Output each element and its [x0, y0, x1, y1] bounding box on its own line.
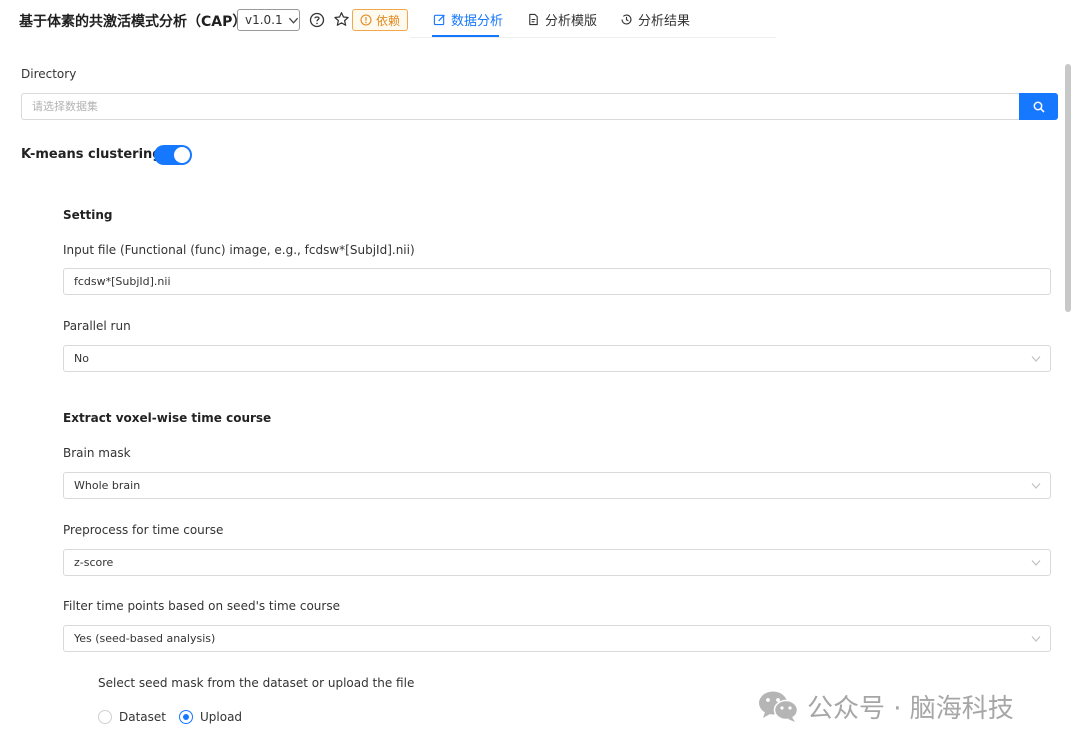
chevron-down-icon: [1031, 636, 1041, 642]
edit-icon: [433, 14, 445, 25]
info-icon: [360, 14, 372, 26]
parallel-run-label: Parallel run: [63, 319, 131, 333]
filter-value: Yes (seed-based analysis): [74, 632, 216, 645]
clock-history-icon: [621, 13, 632, 24]
dependency-badge[interactable]: 依赖: [352, 9, 408, 31]
tab-analysis-template[interactable]: 分析模版: [527, 8, 597, 30]
version-value: v1.0.1: [245, 13, 283, 27]
preprocess-label: Preprocess for time course: [63, 523, 224, 537]
vertical-scrollbar[interactable]: [1065, 64, 1071, 312]
brain-mask-label: Brain mask: [63, 446, 131, 460]
kmeans-label: K-means clustering: [21, 147, 162, 162]
preprocess-select[interactable]: z-score: [63, 549, 1051, 576]
seed-source-radio-group: Dataset Upload: [98, 708, 255, 726]
tab-label: 数据分析: [451, 13, 504, 29]
seed-mask-label: Select seed mask from the dataset or upl…: [98, 676, 415, 690]
version-select[interactable]: v1.0.1: [237, 9, 300, 31]
brain-mask-select[interactable]: Whole brain: [63, 472, 1051, 499]
radio-label: Dataset: [119, 710, 166, 724]
setting-title: Setting: [63, 208, 113, 222]
active-tab-indicator: [432, 35, 499, 37]
extract-title: Extract voxel-wise time course: [63, 411, 272, 425]
filter-label: Filter time points based on seed's time …: [63, 599, 340, 613]
watermark: 公众号 · 脑海科技: [757, 686, 1014, 726]
chevron-down-icon: [1031, 560, 1041, 566]
radio-upload[interactable]: Upload: [179, 710, 242, 724]
chevron-down-icon: [1031, 483, 1041, 489]
tab-data-analysis[interactable]: 数据分析: [433, 8, 503, 30]
tab-divider: [410, 37, 776, 38]
search-icon: [1033, 101, 1045, 113]
chevron-down-icon: [288, 17, 298, 24]
radio-circle-checked: [179, 710, 193, 724]
input-file-value: fcdsw*[SubjId].nii: [74, 275, 171, 288]
star-icon[interactable]: [333, 11, 350, 28]
tab-label: 分析结果: [638, 13, 691, 29]
watermark-text: 公众号 · 脑海科技: [807, 693, 1014, 724]
input-file-field[interactable]: fcdsw*[SubjId].nii: [63, 268, 1051, 295]
kmeans-toggle[interactable]: [154, 145, 192, 165]
tab-label: 分析模版: [545, 13, 598, 29]
help-icon[interactable]: [309, 12, 325, 28]
directory-input[interactable]: [21, 93, 1021, 120]
tab-analysis-results[interactable]: 分析结果: [620, 8, 690, 30]
filter-select[interactable]: Yes (seed-based analysis): [63, 625, 1051, 652]
parallel-run-value: No: [74, 352, 89, 365]
preprocess-value: z-score: [74, 556, 114, 569]
brain-mask-value: Whole brain: [74, 479, 141, 492]
chevron-down-icon: [1031, 356, 1041, 362]
dependency-label: 依赖: [375, 13, 400, 28]
toggle-knob: [174, 147, 190, 163]
radio-circle: [98, 710, 112, 724]
radio-label: Upload: [200, 710, 243, 724]
app-header: 基于体素的共激活模式分析（CAP） v1.0.1 依赖 数据分析 分析模版 分析…: [0, 0, 1080, 40]
input-file-label: Input file (Functional (func) image, e.g…: [63, 243, 415, 257]
directory-search: [21, 93, 1058, 120]
directory-label: Directory: [21, 67, 77, 81]
wechat-icon: [759, 691, 799, 722]
search-button[interactable]: [1019, 93, 1058, 120]
parallel-run-select[interactable]: No: [63, 345, 1051, 372]
radio-dataset[interactable]: Dataset: [98, 710, 166, 724]
app-title: 基于体素的共激活模式分析（CAP）: [19, 14, 247, 30]
document-icon: [529, 13, 538, 25]
